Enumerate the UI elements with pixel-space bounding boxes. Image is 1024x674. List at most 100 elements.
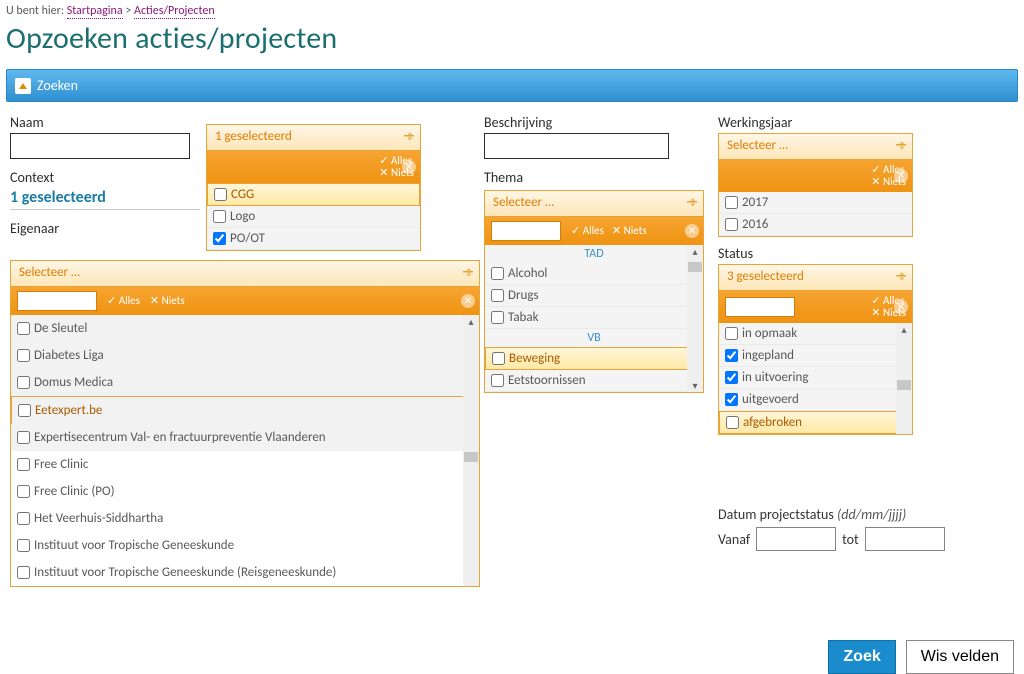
thema-ms-item[interactable]: Alcohol <box>485 263 703 285</box>
date-from-input[interactable] <box>756 527 836 551</box>
eigenaar-ms-header-text: Selecteer … <box>19 265 80 280</box>
werkingsjaar-ms-item[interactable]: 2016 <box>719 214 912 236</box>
search-button[interactable]: Zoek <box>828 640 895 674</box>
thema-ms-list: TAD Alcohol Drugs Tabak VB Beweging Eets… <box>485 245 703 392</box>
scrollbar[interactable]: ▴ <box>463 315 479 586</box>
status-ms-header-text: 3 geselecteerd <box>727 269 804 284</box>
checkbox[interactable] <box>491 267 504 280</box>
updown-icon: ⇕ <box>898 270 906 283</box>
scroll-down-icon[interactable]: ▾ <box>692 379 697 392</box>
checkbox[interactable] <box>17 431 30 444</box>
checkbox[interactable] <box>17 349 30 362</box>
checkbox[interactable] <box>17 566 30 579</box>
checkbox[interactable] <box>725 349 738 362</box>
status-ms-item[interactable]: afgebroken <box>719 411 912 434</box>
status-ms-item[interactable]: in opmaak <box>719 323 912 345</box>
eigenaar-ms-none[interactable]: Niets <box>150 295 185 307</box>
naam-ms-checkbox[interactable] <box>213 232 226 245</box>
checkbox[interactable] <box>725 393 738 406</box>
list-item-label: 2017 <box>742 195 768 210</box>
date-section-label: Datum projectstatus (dd/mm/jjjj) <box>718 506 1018 523</box>
updown-icon: ⇕ <box>898 139 906 152</box>
eigenaar-ms-header[interactable]: Selecteer … ⇕ <box>11 261 479 287</box>
collapse-icon[interactable] <box>15 78 31 94</box>
checkbox[interactable] <box>17 539 30 552</box>
eigenaar-ms-item[interactable]: Het Veerhuis-Siddhartha <box>11 505 479 532</box>
checkbox[interactable] <box>17 458 30 471</box>
werkingsjaar-ms-toolbar: Alles Niets ✕ <box>719 160 912 192</box>
close-icon[interactable]: ✕ <box>894 169 908 183</box>
checkbox[interactable] <box>725 196 738 209</box>
checkbox[interactable] <box>18 404 31 417</box>
eigenaar-ms-item[interactable]: Eetexpert.be <box>11 396 479 424</box>
eigenaar-ms-item[interactable]: De Sleutel <box>11 315 479 342</box>
checkbox[interactable] <box>17 376 30 389</box>
search-panel-header[interactable]: Zoeken <box>6 69 1018 102</box>
thema-ms-search[interactable] <box>491 221 561 241</box>
naam-ms-checkbox[interactable] <box>213 210 226 223</box>
eigenaar-ms-all[interactable]: Alles <box>107 295 140 307</box>
eigenaar-ms-item[interactable]: Domus Medica <box>11 369 479 396</box>
scroll-up-icon[interactable]: ▴ <box>468 315 473 328</box>
naam-ms-header[interactable]: 1 geselecteerd ⇕ <box>207 125 420 151</box>
context-value[interactable]: 1 geselecteerd <box>10 188 200 210</box>
status-ms-search[interactable] <box>725 297 795 317</box>
list-item-label: Expertisecentrum Val- en fractuurprevent… <box>34 430 326 445</box>
checkbox[interactable] <box>726 416 739 429</box>
close-icon[interactable]: ✕ <box>461 294 475 308</box>
scrollbar[interactable]: ▴ ▾ <box>687 245 703 392</box>
thema-ms-item[interactable]: Beweging <box>485 347 703 370</box>
status-ms-item[interactable]: ingepland <box>719 345 912 367</box>
list-item-label: Het Veerhuis-Siddhartha <box>34 511 163 526</box>
naam-input[interactable] <box>10 133 190 159</box>
checkbox[interactable] <box>491 311 504 324</box>
thema-ms-item[interactable]: Drugs <box>485 285 703 307</box>
beschrijving-input[interactable] <box>484 133 669 159</box>
checkbox[interactable] <box>725 218 738 231</box>
checkbox[interactable] <box>492 352 505 365</box>
breadcrumb-home-link[interactable]: Startpagina <box>67 4 123 19</box>
scroll-up-icon[interactable]: ▴ <box>692 245 697 258</box>
list-item-label: Alcohol <box>508 266 547 281</box>
thema-ms-none[interactable]: Niets <box>612 225 647 237</box>
checkbox[interactable] <box>491 289 504 302</box>
naam-ms-item[interactable]: PO/OT <box>207 228 420 250</box>
checkbox[interactable] <box>725 371 738 384</box>
naam-ms-item[interactable]: CGG <box>207 183 420 206</box>
thema-ms-all[interactable]: Alles <box>571 225 604 237</box>
scrollbar[interactable]: ▴ <box>896 323 912 434</box>
eigenaar-ms-item[interactable]: Diabetes Liga <box>11 342 479 369</box>
list-item-label: Free Clinic <box>34 457 88 472</box>
eigenaar-ms-item[interactable]: Free Clinic (PO) <box>11 478 479 505</box>
checkbox[interactable] <box>17 512 30 525</box>
werkingsjaar-ms-item[interactable]: 2017 <box>719 192 912 214</box>
thema-ms-header[interactable]: Selecteer … ⇕ <box>485 191 703 217</box>
close-icon[interactable]: ✕ <box>894 300 908 314</box>
eigenaar-ms-item[interactable]: Free Clinic <box>11 451 479 478</box>
breadcrumb-current-link[interactable]: Acties/Projecten <box>134 4 215 19</box>
status-ms-item[interactable]: in uitvoering <box>719 367 912 389</box>
thema-ms-item[interactable]: Tabak <box>485 307 703 329</box>
close-icon[interactable]: ✕ <box>685 224 699 238</box>
status-ms-header[interactable]: 3 geselecteerd ⇕ <box>719 265 912 291</box>
checkbox[interactable] <box>725 327 738 340</box>
scroll-up-icon[interactable]: ▴ <box>901 323 906 336</box>
date-to-input[interactable] <box>865 527 945 551</box>
naam-ms-list: CGG Logo PO/OT <box>207 183 420 250</box>
thema-group-vb: VB <box>485 329 703 347</box>
eigenaar-ms-search[interactable] <box>17 291 97 311</box>
close-icon[interactable]: ✕ <box>402 160 416 174</box>
eigenaar-ms-item[interactable]: Instituut voor Tropische Geneeskunde <box>11 532 479 559</box>
naam-ms-checkbox[interactable] <box>214 188 227 201</box>
checkbox[interactable] <box>17 485 30 498</box>
werkingsjaar-ms-header[interactable]: Selecteer … ⇕ <box>719 134 912 160</box>
naam-ms-item[interactable]: Logo <box>207 206 420 228</box>
thema-ms-item[interactable]: Eetstoornissen <box>485 370 703 392</box>
eigenaar-ms-item[interactable]: Instituut voor Tropische Geneeskunde (Re… <box>11 559 479 586</box>
clear-button[interactable]: Wis velden <box>906 640 1014 674</box>
status-ms-item[interactable]: uitgevoerd <box>719 389 912 411</box>
checkbox[interactable] <box>491 374 504 387</box>
checkbox[interactable] <box>17 322 30 335</box>
eigenaar-ms-item[interactable]: Expertisecentrum Val- en fractuurprevent… <box>11 424 479 451</box>
list-item-label: uitgevoerd <box>742 392 799 407</box>
